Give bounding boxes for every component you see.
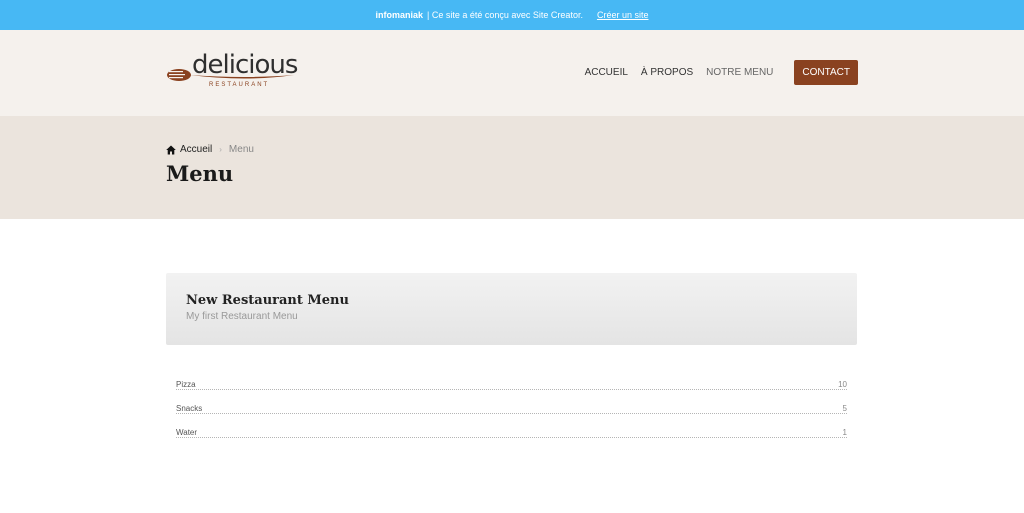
- nav-item-accueil[interactable]: ACCUEIL: [585, 67, 628, 78]
- menu-item: Snacks 5: [176, 400, 847, 414]
- promo-bar: infomaniak | Ce site a été conçu avec Si…: [0, 0, 1024, 30]
- nav-item-a-propos[interactable]: À PROPOS: [641, 67, 693, 78]
- menu-item: Pizza 10: [176, 376, 847, 390]
- site-header: delicious RESTAURANT ACCUEIL À PROPOS NO…: [0, 30, 1024, 116]
- menu-items: Pizza 10 Snacks 5 Water 1: [176, 376, 847, 448]
- page-header: Accueil › Menu Menu: [0, 116, 1024, 219]
- menu-item-name: Water: [176, 428, 198, 437]
- breadcrumb-current: Menu: [228, 144, 254, 155]
- menu-item-name: Pizza: [176, 380, 196, 389]
- menu-item-price: 5: [842, 404, 847, 413]
- breadcrumb: Accueil › Menu: [166, 144, 254, 155]
- menu-subtitle: My first Restaurant Menu: [186, 311, 298, 322]
- menu-item-price: 1: [842, 428, 847, 437]
- logo-wordmark: delicious: [192, 50, 298, 80]
- logo[interactable]: delicious RESTAURANT: [166, 50, 298, 100]
- menu-item: Water 1: [176, 424, 847, 438]
- menu-card: New Restaurant Menu My first Restaurant …: [166, 273, 857, 345]
- breadcrumb-separator: ›: [219, 145, 222, 154]
- create-site-link[interactable]: Créer un site: [597, 10, 649, 20]
- contact-button[interactable]: CONTACT: [794, 60, 858, 85]
- menu-item-price: 10: [838, 380, 847, 389]
- menu-title: New Restaurant Menu: [186, 293, 349, 308]
- promo-brand: infomaniak: [375, 10, 424, 20]
- breadcrumb-home[interactable]: Accueil: [180, 144, 212, 155]
- home-icon[interactable]: [166, 145, 176, 155]
- nav-item-notre-menu[interactable]: NOTRE MENU: [706, 67, 773, 78]
- promo-message: | Ce site a été conçu avec Site Creator.: [427, 10, 583, 20]
- page-title: Menu: [166, 161, 234, 186]
- menu-item-name: Snacks: [176, 404, 203, 413]
- main-nav: ACCUEIL À PROPOS NOTRE MENU CONTACT: [572, 60, 858, 85]
- logo-subtitle: RESTAURANT: [209, 82, 270, 88]
